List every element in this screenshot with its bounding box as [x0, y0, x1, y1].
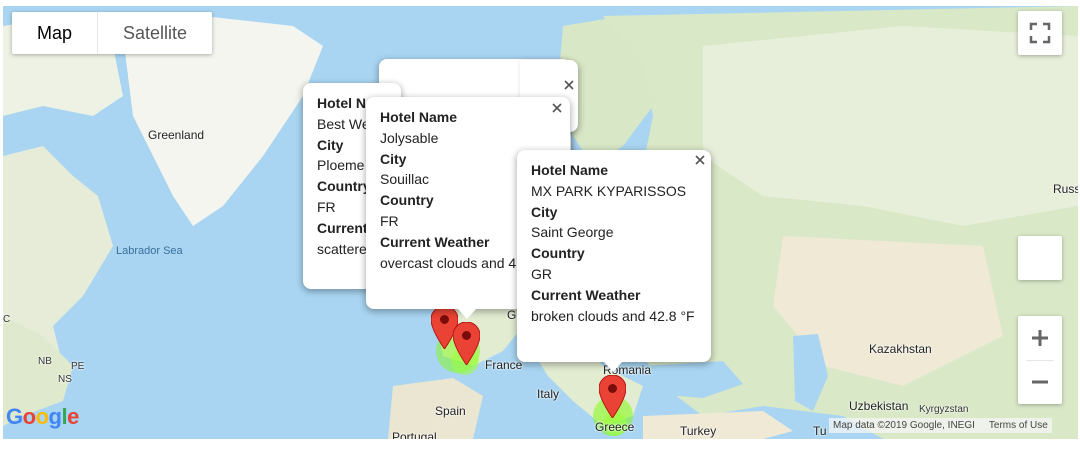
close-icon[interactable]	[550, 101, 564, 115]
label-portugal: Portugal	[392, 430, 437, 439]
minus-icon	[1032, 380, 1048, 384]
map-marker-icon[interactable]	[599, 375, 626, 418]
close-icon[interactable]	[562, 78, 576, 92]
label-france: France	[485, 358, 523, 372]
zoom-control	[1018, 316, 1062, 404]
info-window-tail	[604, 362, 622, 372]
label-kazakhstan: Kazakhstan	[869, 342, 932, 356]
zoom-out-button[interactable]	[1018, 360, 1062, 404]
info-window-tail	[458, 309, 476, 319]
map-type-map-button[interactable]: Map	[12, 12, 97, 54]
label-russia: Russ	[1053, 182, 1078, 196]
label-ns: NS	[58, 374, 72, 385]
city-label: City	[531, 203, 558, 220]
label-turkmenistan: Tu	[813, 424, 827, 438]
zoom-in-button[interactable]	[1018, 316, 1062, 360]
label-pe: PE	[71, 361, 85, 372]
label-nb: NB	[38, 356, 52, 367]
terms-of-use-link[interactable]: Terms of Use	[989, 418, 1048, 433]
label-labrador-sea: Labrador Sea	[116, 245, 183, 257]
label-italy: Italy	[537, 387, 560, 401]
google-logo[interactable]: Google	[6, 404, 79, 430]
city-value: Saint George	[531, 224, 614, 241]
weather-value: broken clouds and 42.8 °F	[531, 307, 695, 324]
label-spain: Spain	[435, 404, 466, 418]
map-data-text: Map data ©2019 Google, INEGI	[833, 420, 975, 431]
street-view-button[interactable]	[1018, 236, 1062, 280]
label-greece: Greece	[595, 420, 635, 434]
label-kyrgyzstan: Kyrgyzstan	[919, 404, 969, 415]
label-greenland: Greenland	[148, 128, 205, 142]
fullscreen-button[interactable]	[1018, 11, 1062, 55]
fullscreen-icon	[1029, 22, 1051, 44]
plus-icon	[1032, 330, 1048, 346]
label-c: C	[3, 314, 11, 325]
country-label: Country	[531, 245, 585, 262]
map-attribution: Map data ©2019 Google, INEGI Terms of Us…	[829, 418, 1052, 433]
map-type-satellite-button[interactable]: Satellite	[97, 12, 212, 54]
hotel-name-value: MX PARK KYPARISSOS	[531, 182, 687, 199]
hotel-name-label: Hotel Name	[531, 162, 609, 178]
label-turkey: Turkey	[680, 424, 717, 438]
weather-label: Current Weather	[531, 286, 641, 303]
close-icon[interactable]	[693, 153, 707, 167]
info-window-3: Hotel Name MX PARK KYPARISSOS City Saint…	[517, 150, 711, 362]
map-marker-icon[interactable]	[453, 322, 480, 365]
hotel-name-label: Hotel Name	[380, 109, 458, 125]
hotel-name-value: Jolysable	[380, 129, 439, 146]
country-value: GR	[531, 265, 552, 282]
label-uzbekistan: Uzbekistan	[849, 399, 909, 413]
map-type-control: Map Satellite	[12, 12, 213, 54]
